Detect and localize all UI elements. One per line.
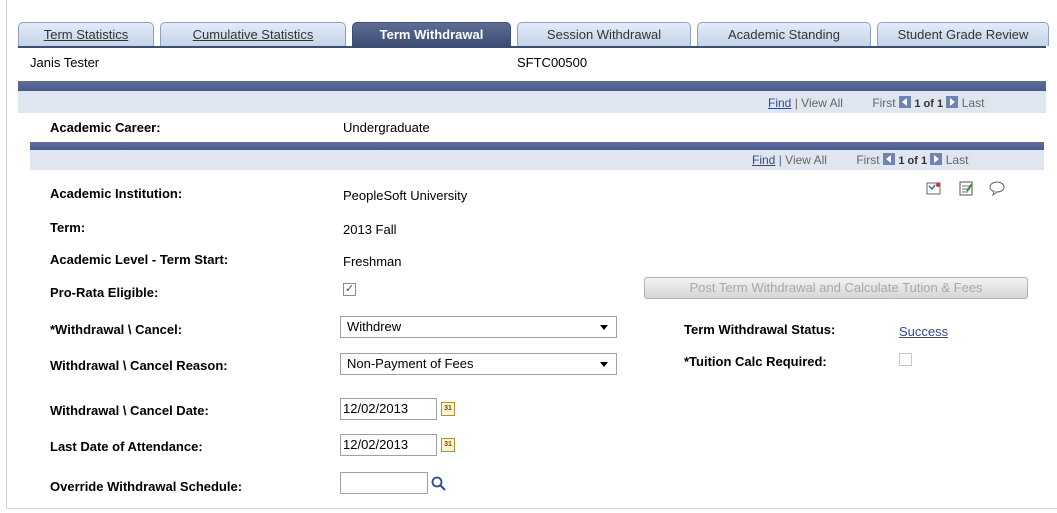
last-label: Last (961, 96, 985, 110)
outer-nav: Find | View All First 1 of 1 Last (768, 96, 985, 110)
academic-institution-value: PeopleSoft University (343, 188, 468, 203)
tab-underline (18, 46, 1046, 48)
row-count: 1 of 1 (914, 98, 944, 110)
find-link[interactable]: Find (768, 96, 791, 110)
withdrawal-cancel-label: *Withdrawal \ Cancel: (50, 322, 183, 337)
tuition-calc-label: *Tuition Calc Required: (684, 354, 827, 369)
academic-institution-label: Academic Institution: (50, 186, 183, 201)
inner-nav: Find | View All First 1 of 1 Last (752, 153, 969, 167)
row-count: 1 of 1 (898, 155, 928, 167)
outer-bar-header (18, 81, 1046, 91)
academic-career-label: Academic Career: (50, 120, 161, 135)
academic-level-label: Academic Level - Term Start: (50, 252, 229, 267)
term-withdrawal-status-label: Term Withdrawal Status: (684, 322, 836, 337)
view-all-link[interactable]: View All (801, 96, 843, 110)
calendar-icon[interactable]: 31 (441, 438, 455, 452)
previous-arrow-icon[interactable] (882, 153, 895, 165)
find-link[interactable]: Find (752, 153, 775, 167)
tab-cumulative-statistics[interactable]: Cumulative Statistics (160, 22, 346, 46)
withdrawal-cancel-date-label: Withdrawal \ Cancel Date: (50, 403, 209, 418)
previous-arrow-icon[interactable] (898, 96, 911, 108)
term-value: 2013 Fall (343, 222, 397, 237)
notepad-icon[interactable] (958, 180, 974, 196)
tab-term-withdrawal[interactable]: Term Withdrawal (352, 22, 511, 46)
last-date-attendance-label: Last Date of Attendance: (50, 439, 203, 454)
comment-icon[interactable] (989, 180, 1005, 196)
view-all-link[interactable]: View All (785, 153, 827, 167)
map-icon[interactable] (926, 180, 942, 196)
post-term-withdrawal-button[interactable]: Post Term Withdrawal and Calculate Tutio… (644, 277, 1028, 299)
tab-session-withdrawal[interactable]: Session Withdrawal (517, 22, 691, 46)
withdrawal-cancel-reason-select[interactable]: Non-Payment of Fees (340, 353, 617, 375)
tab-student-grade-review[interactable]: Student Grade Review (877, 22, 1049, 46)
last-label: Last (945, 153, 969, 167)
withdrawal-cancel-date-field[interactable]: 12/02/2013 (340, 398, 437, 420)
tab-term-statistics[interactable]: Term Statistics (18, 22, 154, 46)
next-arrow-icon[interactable] (946, 96, 959, 108)
calendar-icon[interactable]: 31 (441, 402, 455, 416)
chevron-down-icon (600, 325, 608, 330)
override-withdrawal-schedule-label: Override Withdrawal Schedule: (50, 479, 243, 494)
inner-bar-header (30, 142, 1044, 150)
pro-rata-checkbox[interactable]: ✓ (343, 283, 356, 296)
search-icon[interactable] (431, 476, 447, 492)
pro-rata-label: Pro-Rata Eligible: (50, 285, 159, 300)
term-label: Term: (50, 220, 86, 235)
last-date-attendance-field[interactable]: 12/02/2013 (340, 434, 437, 456)
override-withdrawal-schedule-field[interactable] (340, 472, 428, 494)
term-withdrawal-status-link[interactable]: Success (899, 324, 948, 339)
tab-academic-standing[interactable]: Academic Standing (697, 22, 871, 46)
withdrawal-cancel-select[interactable]: Withdrew (340, 316, 617, 338)
first-label: First (856, 153, 880, 167)
next-arrow-icon[interactable] (930, 153, 943, 165)
student-id: SFTC00500 (517, 55, 588, 70)
student-name: Janis Tester (30, 55, 100, 70)
first-label: First (872, 96, 896, 110)
academic-career-value: Undergraduate (343, 120, 430, 135)
chevron-down-icon (600, 362, 608, 367)
tuition-calc-checkbox[interactable] (899, 353, 912, 366)
withdrawal-cancel-reason-label: Withdrawal \ Cancel Reason: (50, 358, 228, 373)
academic-level-value: Freshman (343, 254, 402, 269)
